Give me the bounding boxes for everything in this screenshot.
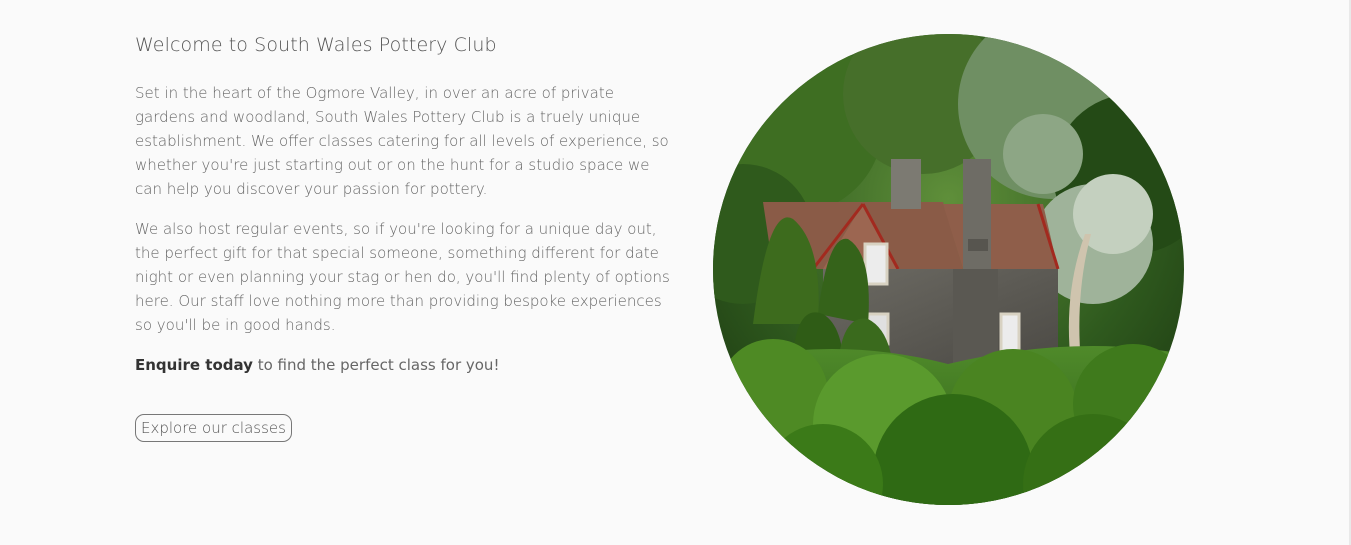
enquire-bold-text: Enquire today: [135, 356, 253, 374]
intro-paragraph-1: Set in the heart of the Ogmore Valley, i…: [135, 84, 669, 198]
cottage-photo-illustration: [713, 34, 1184, 505]
cottage-photo: [713, 34, 1184, 505]
page: Welcome to South Wales Pottery Club Set …: [0, 0, 1351, 545]
enquire-rest-text: to find the perfect class for you!: [252, 356, 500, 374]
explore-classes-button[interactable]: Explore our classes: [135, 414, 292, 442]
intro-paragraph-2: We also host regular events, so if you'r…: [135, 220, 670, 334]
page-title: Welcome to South Wales Pottery Club: [135, 34, 497, 56]
intro-section: Welcome to South Wales Pottery Club Set …: [135, 30, 670, 442]
enquire-line: Enquire today to find the perfect class …: [135, 353, 670, 377]
